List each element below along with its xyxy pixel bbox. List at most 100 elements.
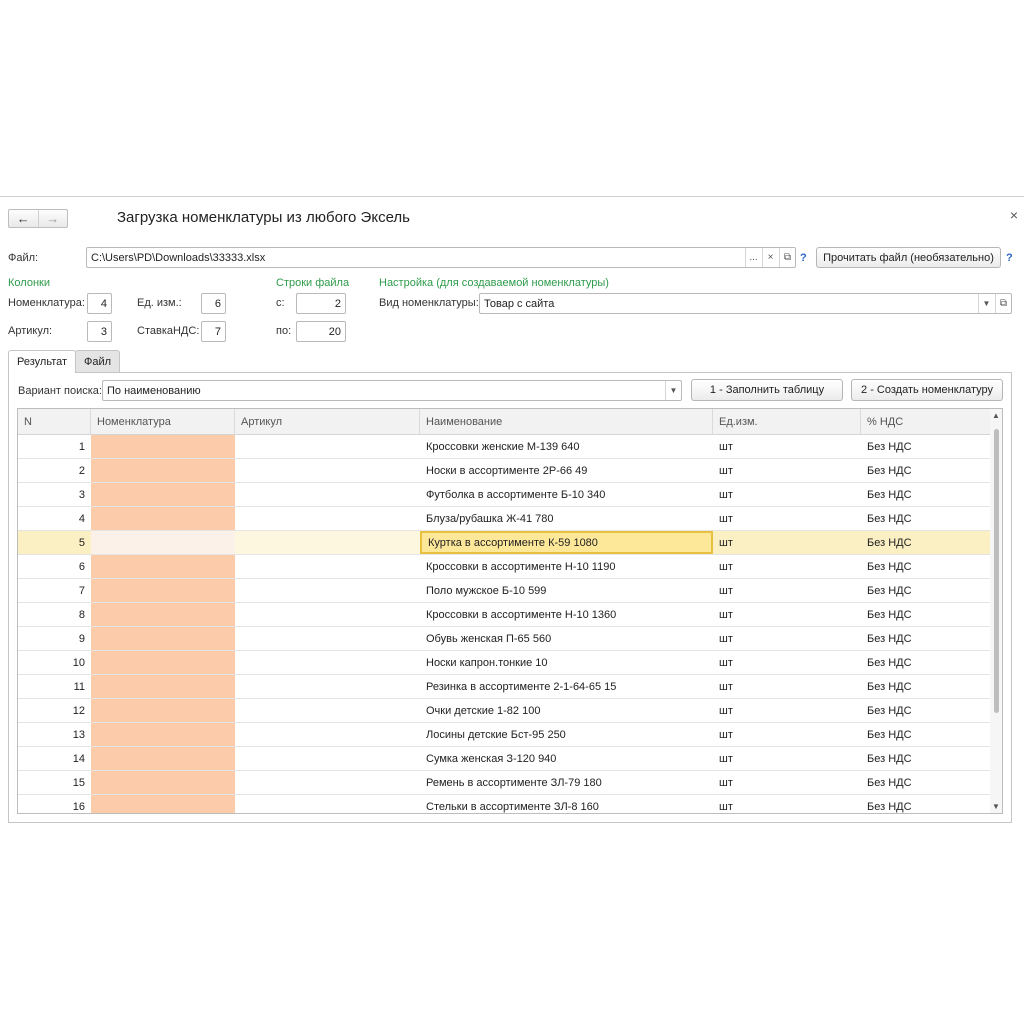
name-cell[interactable]: Сумка женская З-120 940 bbox=[420, 747, 713, 770]
header-vat[interactable]: % НДС bbox=[861, 409, 991, 435]
tab-result[interactable]: Результат bbox=[8, 350, 77, 373]
vertical-scrollbar[interactable]: ▲ ▼ bbox=[990, 409, 1002, 813]
vat-cell[interactable]: Без НДС bbox=[861, 435, 991, 458]
article-cell[interactable] bbox=[235, 531, 420, 554]
vat-cell[interactable]: Без НДС bbox=[861, 507, 991, 530]
row-number[interactable]: 3 bbox=[18, 483, 91, 506]
open-window-icon[interactable]: ⧉ bbox=[779, 248, 795, 267]
article-cell[interactable] bbox=[235, 771, 420, 794]
header-unit[interactable]: Ед.изм. bbox=[713, 409, 861, 435]
row-number[interactable]: 2 bbox=[18, 459, 91, 482]
nomenclature-cell[interactable] bbox=[91, 651, 235, 674]
unit-cell[interactable]: шт bbox=[713, 795, 861, 813]
table-row[interactable]: 8 Кроссовки в ассортименте Н-10 1360 шт Без… bbox=[18, 603, 991, 627]
scroll-up-icon[interactable]: ▲ bbox=[992, 411, 1000, 420]
article-cell[interactable] bbox=[235, 627, 420, 650]
name-cell[interactable]: Резинка в ассортименте 2-1-64-65 15 bbox=[420, 675, 713, 698]
header-name[interactable]: Наименование bbox=[420, 409, 713, 435]
name-cell[interactable]: Носки капрон.тонкие 10 bbox=[420, 651, 713, 674]
nomenclature-cell[interactable] bbox=[91, 459, 235, 482]
header-article[interactable]: Артикул bbox=[235, 409, 420, 435]
row-number[interactable]: 9 bbox=[18, 627, 91, 650]
vat-cell[interactable]: Без НДС bbox=[861, 483, 991, 506]
row-number[interactable]: 11 bbox=[18, 675, 91, 698]
fill-table-button[interactable]: 1 - Заполнить таблицу bbox=[691, 379, 843, 401]
header-nomenclature[interactable]: Номенклатура bbox=[91, 409, 235, 435]
table-row[interactable]: 3 Футболка в ассортименте Б-10 340 шт Без Н… bbox=[18, 483, 991, 507]
table-row[interactable]: 13 Лосины детские Бст-95 250 шт Без НДС bbox=[18, 723, 991, 747]
row-number[interactable]: 10 bbox=[18, 651, 91, 674]
nomenclature-cell[interactable] bbox=[91, 531, 235, 554]
vat-cell[interactable]: Без НДС bbox=[861, 459, 991, 482]
vat-cell[interactable]: Без НДС bbox=[861, 675, 991, 698]
tab-file[interactable]: Файл bbox=[75, 350, 121, 372]
unit-cell[interactable]: шт bbox=[713, 555, 861, 578]
table-row[interactable]: 1 Кроссовки женские М-139 640 шт Без НДС bbox=[18, 435, 991, 459]
vat-cell[interactable]: Без НДС bbox=[861, 531, 991, 554]
article-cell[interactable] bbox=[235, 603, 420, 626]
nomenclature-cell[interactable] bbox=[91, 723, 235, 746]
unit-cell[interactable]: шт bbox=[713, 459, 861, 482]
file-help-icon[interactable]: ? bbox=[800, 252, 807, 264]
vat-column-input[interactable]: 7 bbox=[201, 321, 226, 342]
vat-cell[interactable]: Без НДС bbox=[861, 795, 991, 813]
name-cell[interactable]: Кроссовки в ассортименте Н-10 1360 bbox=[420, 603, 713, 626]
close-icon[interactable]: × bbox=[1010, 207, 1018, 223]
row-number[interactable]: 12 bbox=[18, 699, 91, 722]
name-cell[interactable]: Носки в ассортименте 2Р-66 49 bbox=[420, 459, 713, 482]
back-arrow-icon[interactable]: ← bbox=[9, 210, 38, 227]
article-cell[interactable] bbox=[235, 555, 420, 578]
file-path-field[interactable]: C:\Users\PD\Downloads\33333.xlsx ... × ⧉ bbox=[86, 247, 796, 268]
name-cell[interactable]: Блуза/рубашка Ж-41 780 bbox=[420, 507, 713, 530]
article-cell[interactable] bbox=[235, 435, 420, 458]
nomenclature-cell[interactable] bbox=[91, 507, 235, 530]
nomenclature-cell[interactable] bbox=[91, 579, 235, 602]
table-row[interactable]: 11 Резинка в ассортименте 2-1-64-65 15 шт Б… bbox=[18, 675, 991, 699]
nomenclature-cell[interactable] bbox=[91, 771, 235, 794]
vat-cell[interactable]: Без НДС bbox=[861, 603, 991, 626]
article-cell[interactable] bbox=[235, 795, 420, 813]
table-row[interactable]: 2 Носки в ассортименте 2Р-66 49 шт Без НДС bbox=[18, 459, 991, 483]
nomenclature-cell[interactable] bbox=[91, 435, 235, 458]
nomenclature-cell[interactable] bbox=[91, 675, 235, 698]
read-file-button[interactable]: Прочитать файл (необязательно) bbox=[816, 247, 1001, 268]
article-cell[interactable] bbox=[235, 723, 420, 746]
name-cell[interactable]: Футболка в ассортименте Б-10 340 bbox=[420, 483, 713, 506]
unit-cell[interactable]: шт bbox=[713, 651, 861, 674]
name-cell[interactable]: Обувь женская П-65 560 bbox=[420, 627, 713, 650]
vat-cell[interactable]: Без НДС bbox=[861, 723, 991, 746]
row-number[interactable]: 14 bbox=[18, 747, 91, 770]
table-row[interactable]: 16 Стельки в ассортименте ЗЛ-8 160 шт Без Н… bbox=[18, 795, 991, 813]
row-number[interactable]: 16 bbox=[18, 795, 91, 813]
row-number[interactable]: 15 bbox=[18, 771, 91, 794]
article-cell[interactable] bbox=[235, 483, 420, 506]
nomenclature-cell[interactable] bbox=[91, 555, 235, 578]
row-number[interactable]: 13 bbox=[18, 723, 91, 746]
vat-cell[interactable]: Без НДС bbox=[861, 699, 991, 722]
row-number[interactable]: 8 bbox=[18, 603, 91, 626]
unit-cell[interactable]: шт bbox=[713, 579, 861, 602]
vat-cell[interactable]: Без НДС bbox=[861, 579, 991, 602]
article-cell[interactable] bbox=[235, 579, 420, 602]
nomenclature-cell[interactable] bbox=[91, 795, 235, 813]
scrollbar-thumb[interactable] bbox=[994, 429, 999, 713]
unit-cell[interactable]: шт bbox=[713, 699, 861, 722]
table-row[interactable]: 9 Обувь женская П-65 560 шт Без НДС bbox=[18, 627, 991, 651]
browse-button[interactable]: ... bbox=[745, 248, 761, 267]
row-number[interactable]: 1 bbox=[18, 435, 91, 458]
table-row[interactable]: 12 Очки детские 1-82 100 шт Без НДС bbox=[18, 699, 991, 723]
vat-cell[interactable]: Без НДС bbox=[861, 771, 991, 794]
article-column-input[interactable]: 3 bbox=[87, 321, 112, 342]
name-cell[interactable]: Кроссовки в ассортименте Н-10 1190 bbox=[420, 555, 713, 578]
unit-cell[interactable]: шт bbox=[713, 627, 861, 650]
forward-arrow-icon[interactable]: → bbox=[37, 210, 68, 227]
article-cell[interactable] bbox=[235, 747, 420, 770]
vat-cell[interactable]: Без НДС bbox=[861, 747, 991, 770]
nomenclature-kind-select[interactable]: Товар с сайта ▼ ⧉ bbox=[479, 293, 1012, 314]
nomenclature-cell[interactable] bbox=[91, 699, 235, 722]
row-number[interactable]: 7 bbox=[18, 579, 91, 602]
unit-cell[interactable]: шт bbox=[713, 747, 861, 770]
table-row[interactable]: 5 Куртка в ассортименте К-59 1080 шт Без НД… bbox=[18, 531, 991, 555]
unit-column-input[interactable]: 6 bbox=[201, 293, 226, 314]
create-nomenclature-button[interactable]: 2 - Создать номенклатуру bbox=[851, 379, 1003, 401]
